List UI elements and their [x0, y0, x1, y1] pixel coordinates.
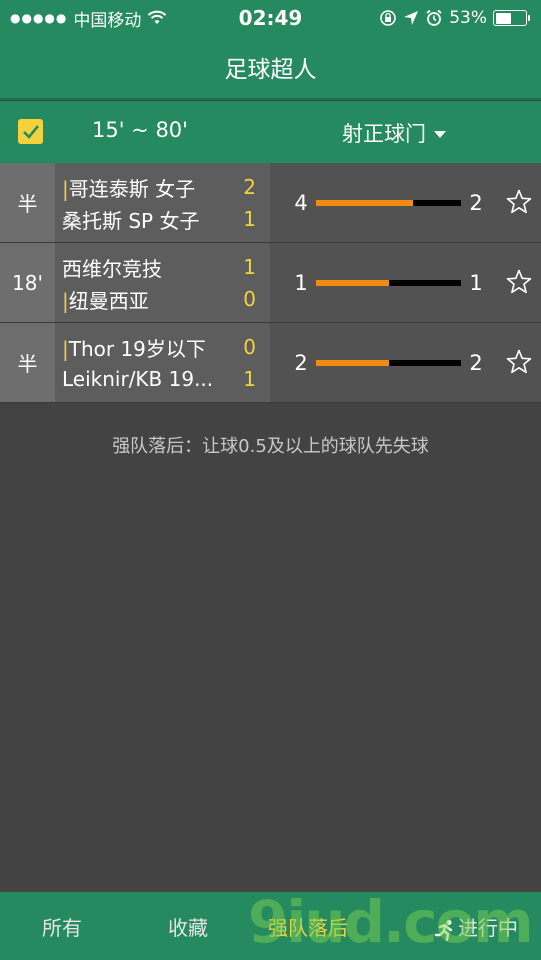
away-team-score: 0	[243, 287, 256, 311]
filter-bar: 15' ~ 80' 射正球门	[0, 101, 541, 163]
stat-type-dropdown[interactable]: 射正球门	[342, 118, 446, 148]
favorite-star-icon[interactable]	[505, 268, 533, 296]
away-team-name: |纽曼西亚	[62, 288, 149, 313]
stat-home-value: 4	[294, 190, 308, 215]
home-team-name: |哥连泰斯 女子	[62, 176, 196, 201]
time-range-selector[interactable]: 15' ~ 80'	[92, 118, 188, 142]
stat-home-value: 2	[294, 350, 308, 375]
location-icon	[404, 11, 419, 25]
match-row[interactable]: 半 |Thor 19岁以下 0 Leiknir/KB 19... 1 2 2	[0, 323, 541, 403]
stat-ratio-fill	[316, 279, 389, 286]
away-team-score: 1	[243, 367, 256, 391]
away-team-line: 桑托斯 SP 女子 1	[62, 203, 256, 235]
home-team-score: 1	[243, 255, 256, 279]
match-status: 18'	[0, 243, 55, 322]
match-stats: 4 2	[270, 163, 541, 242]
away-team-name: Leiknir/KB 19...	[62, 367, 214, 391]
home-team-score: 2	[243, 175, 256, 199]
tab-all[interactable]: 所有	[42, 912, 82, 941]
favorite-star-icon[interactable]	[505, 348, 533, 376]
battery-icon	[493, 10, 530, 26]
match-stats: 2 2	[270, 323, 541, 402]
wifi-icon	[148, 10, 167, 24]
tab-live-label: 进行中	[458, 916, 518, 940]
match-row[interactable]: 半 |哥连泰斯 女子 2 桑托斯 SP 女子 1 4 2	[0, 163, 541, 243]
stat-ratio-bar	[316, 359, 461, 366]
carrier-label: 中国移动	[73, 10, 142, 31]
nav-bar: 足球超人	[0, 36, 541, 100]
away-team-score: 1	[243, 207, 256, 231]
caret-down-icon	[434, 130, 446, 138]
check-icon	[22, 124, 39, 139]
match-teams: 西维尔竞技 1 |纽曼西亚 0	[55, 243, 270, 322]
status-left: ●●●●● 中国移动	[10, 6, 167, 31]
hint-text: 强队落后：让球0.5及以上的球队先失球	[112, 436, 429, 457]
filter-checkbox[interactable]	[18, 119, 43, 144]
alarm-icon	[426, 9, 442, 26]
tab-bar: 所有 收藏 强队落后 进行中	[0, 892, 541, 960]
favorite-star-icon[interactable]	[505, 188, 533, 216]
match-row[interactable]: 18' 西维尔竞技 1 |纽曼西亚 0 1 1	[0, 243, 541, 323]
match-stats: 1 1	[270, 243, 541, 322]
stat-away-value: 1	[469, 270, 483, 295]
away-team-line: Leiknir/KB 19... 1	[62, 363, 256, 395]
stat-away-value: 2	[469, 190, 483, 215]
home-team-line: 西维尔竞技 1	[62, 251, 256, 283]
stat-ratio-bar	[316, 279, 461, 286]
stat-home-value: 1	[294, 270, 308, 295]
tab-live[interactable]: 进行中	[434, 912, 518, 941]
running-icon	[434, 919, 453, 941]
away-team-line: |纽曼西亚 0	[62, 283, 256, 315]
match-list: 半 |哥连泰斯 女子 2 桑托斯 SP 女子 1 4 2 18' 西维尔竞技 1…	[0, 163, 541, 403]
match-teams: |哥连泰斯 女子 2 桑托斯 SP 女子 1	[55, 163, 270, 242]
signal-icon: ●●●●●	[10, 11, 68, 25]
stat-ratio-bar	[316, 199, 461, 206]
rotation-lock-icon	[380, 10, 397, 26]
page-title: 足球超人	[224, 57, 317, 83]
battery-percent: 53%	[449, 8, 487, 28]
match-teams: |Thor 19岁以下 0 Leiknir/KB 19... 1	[55, 323, 270, 402]
status-right: 53%	[379, 8, 530, 28]
home-team-name: |Thor 19岁以下	[62, 336, 206, 361]
match-status: 半	[0, 163, 55, 242]
stat-away-value: 2	[469, 350, 483, 375]
stat-type-label: 射正球门	[342, 122, 426, 146]
match-status: 半	[0, 323, 55, 402]
tab-strong-behind[interactable]: 强队落后	[268, 912, 348, 941]
stat-ratio-fill	[316, 199, 414, 206]
stat-ratio-fill	[316, 359, 389, 366]
status-bar: ●●●●● 中国移动 02:49 53%	[0, 0, 541, 36]
home-team-line: |哥连泰斯 女子 2	[62, 171, 256, 203]
away-team-name: 桑托斯 SP 女子	[62, 208, 200, 233]
home-team-name: 西维尔竞技	[62, 256, 162, 281]
home-team-score: 0	[243, 335, 256, 359]
tab-favorites[interactable]: 收藏	[168, 912, 208, 941]
home-team-line: |Thor 19岁以下 0	[62, 331, 256, 363]
